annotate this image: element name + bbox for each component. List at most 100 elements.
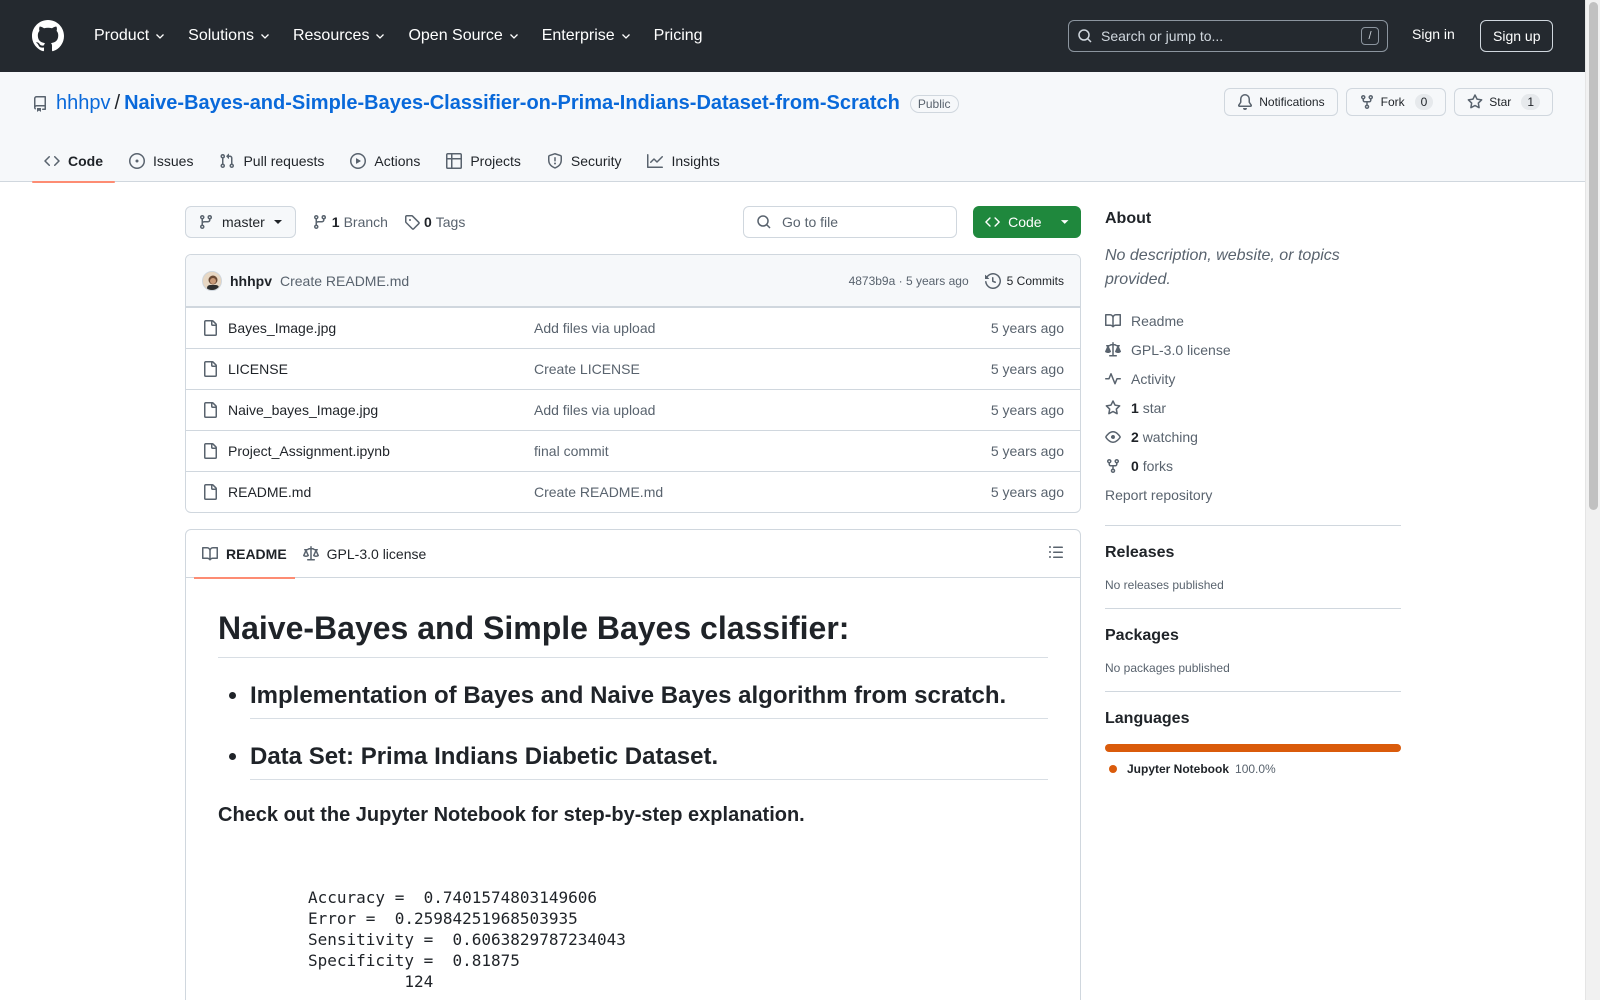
notifications-button[interactable]: Notifications (1224, 88, 1338, 116)
languages-section: Languages Jupyter Notebook 100.0% (1105, 691, 1401, 776)
eye-icon (1105, 430, 1121, 443)
list-outline-icon[interactable] (1048, 544, 1064, 560)
file-icon (204, 361, 217, 377)
page-scrollbar[interactable] (1585, 0, 1600, 1000)
branches-link[interactable]: 1 Branch (312, 214, 388, 230)
file-navigation: master 1 Branch 0 Tags Go to file Code (185, 206, 1081, 238)
language-item[interactable]: Jupyter Notebook 100.0% (1105, 762, 1401, 776)
repo-name-link[interactable]: Naive-Bayes-and-Simple-Bayes-Classifier-… (124, 92, 900, 115)
about-description: No description, website, or topics provi… (1105, 247, 1340, 288)
nav-solutions[interactable]: Solutions (180, 20, 279, 52)
fork-button[interactable]: Fork 0 (1345, 88, 1447, 116)
law-icon (302, 545, 319, 560)
file-name-link[interactable]: README.md (228, 484, 311, 500)
nav-resources[interactable]: Resources (285, 20, 394, 52)
tab-insights[interactable]: Insights (635, 140, 731, 182)
fork-icon (1107, 458, 1119, 473)
code-line: Specificity = 0.81875 (308, 951, 520, 970)
global-search-input[interactable]: Search or jump to... / (1068, 20, 1388, 52)
sidebar-activity-link[interactable]: Activity (1105, 364, 1401, 393)
tab-pull-requests[interactable]: Pull requests (207, 140, 336, 182)
tab-projects[interactable]: Projects (434, 140, 533, 182)
graph-icon (647, 154, 664, 168)
repo-title: hhhpv / Naive-Bayes-and-Simple-Bayes-Cla… (32, 92, 959, 115)
sign-in-link[interactable]: Sign in (1412, 26, 1455, 42)
tab-issues-label: Issues (153, 153, 194, 169)
commits-history-link[interactable]: 5 Commits (984, 272, 1064, 289)
releases-heading[interactable]: Releases (1105, 544, 1401, 562)
nav-open-source[interactable]: Open Source (400, 20, 527, 52)
table-row[interactable]: Bayes_Image.jpg Add files via upload 5 y… (186, 307, 1080, 348)
file-commit-message[interactable]: Create LICENSE (534, 361, 991, 377)
readme-content: Naive-Bayes and Simple Bayes classifier:… (186, 578, 1080, 1000)
repo-actions: Notifications Fork 0 Star 1 (1224, 88, 1553, 116)
watching-count: 2 (1131, 428, 1139, 445)
bell-icon (1238, 94, 1253, 110)
scrollbar-thumb[interactable] (1589, 2, 1598, 510)
table-row[interactable]: Project_Assignment.ipynb final commit 5 … (186, 430, 1080, 471)
nav-enterprise-label: Enterprise (541, 27, 615, 44)
commit-author-link[interactable]: hhhpv (230, 273, 272, 289)
readme-panel: README GPL-3.0 license Naive-Bayes and S… (185, 529, 1081, 1000)
forks-count: 0 (1131, 457, 1139, 474)
file-name-link[interactable]: LICENSE (228, 361, 288, 377)
commit-hash-age[interactable]: 4873b9a · 5 years ago (849, 274, 969, 288)
go-to-file-input[interactable]: Go to file (743, 206, 957, 238)
law-icon (1105, 341, 1121, 356)
table-row[interactable]: Naive_bayes_Image.jpg Add files via uplo… (186, 389, 1080, 430)
file-name-link[interactable]: Bayes_Image.jpg (228, 320, 336, 336)
file-commit-message[interactable]: Add files via upload (534, 402, 991, 418)
tab-code[interactable]: Code (32, 140, 115, 183)
tab-license[interactable]: GPL-3.0 license (295, 530, 435, 578)
nav-pricing-label: Pricing (653, 27, 703, 44)
tag-count-label: Tags (435, 214, 466, 230)
github-logo-icon[interactable] (32, 20, 64, 52)
repo-owner-link[interactable]: hhhpv (56, 92, 111, 115)
sidebar-readme-link[interactable]: Readme (1105, 306, 1401, 335)
caret-down-icon (1060, 220, 1069, 224)
language-percent: 100.0% (1235, 762, 1276, 776)
file-name-link[interactable]: Naive_bayes_Image.jpg (228, 402, 378, 418)
file-commit-message[interactable]: Create README.md (534, 484, 991, 500)
sidebar-forks-link[interactable]: 0 forks (1105, 451, 1401, 480)
branch-icon (313, 215, 326, 230)
code-line: Accuracy = 0.7401574803149606 (308, 888, 597, 907)
packages-heading[interactable]: Packages (1105, 627, 1401, 645)
avatar[interactable] (202, 270, 222, 291)
sign-up-button[interactable]: Sign up (1480, 20, 1554, 52)
file-commit-message[interactable]: final commit (534, 443, 991, 459)
sidebar-watchers-link[interactable]: 2 watching (1105, 422, 1401, 451)
table-row[interactable]: README.md Create README.md 5 years ago (186, 471, 1080, 512)
sidebar-activity-label: Activity (1131, 370, 1176, 387)
nav-enterprise[interactable]: Enterprise (534, 20, 640, 52)
code-dropdown-button[interactable]: Code (973, 206, 1081, 238)
star-icon (1105, 399, 1121, 414)
repo-icon (33, 95, 46, 112)
file-name-link[interactable]: Project_Assignment.ipynb (228, 443, 390, 459)
branch-selector[interactable]: master (185, 206, 296, 238)
sidebar-readme-label: Readme (1131, 312, 1184, 329)
readme-title: Naive-Bayes and Simple Bayes classifier: (218, 610, 1048, 658)
tab-actions[interactable]: Actions (338, 140, 432, 182)
tab-security[interactable]: Security (535, 140, 634, 182)
nav-product[interactable]: Product (86, 20, 174, 52)
nav-pricing[interactable]: Pricing (646, 20, 711, 52)
repo-tabs: Code Issues Pull requests Actions Projec… (32, 140, 734, 183)
tab-code-label: Code (68, 153, 103, 169)
tab-issues[interactable]: Issues (117, 140, 205, 182)
tags-link[interactable]: 0 Tags (404, 214, 465, 230)
sidebar-stars-link[interactable]: 1 star (1105, 393, 1401, 422)
commit-message-link[interactable]: Create README.md (280, 273, 409, 289)
repo-header: hhhpv / Naive-Bayes-and-Simple-Bayes-Cla… (0, 72, 1585, 183)
report-repository-link[interactable]: Report repository (1105, 480, 1401, 509)
fork-count: 0 (1414, 94, 1434, 110)
packages-empty: No packages published (1105, 661, 1230, 675)
chevron-down-icon (509, 34, 518, 39)
history-icon (984, 272, 1001, 289)
star-button[interactable]: Star 1 (1454, 88, 1553, 116)
table-row[interactable]: LICENSE Create LICENSE 5 years ago (186, 348, 1080, 389)
file-icon (204, 484, 217, 500)
tab-readme[interactable]: README (194, 530, 295, 579)
sidebar-license-link[interactable]: GPL-3.0 license (1105, 335, 1401, 364)
file-commit-message[interactable]: Add files via upload (534, 320, 991, 336)
